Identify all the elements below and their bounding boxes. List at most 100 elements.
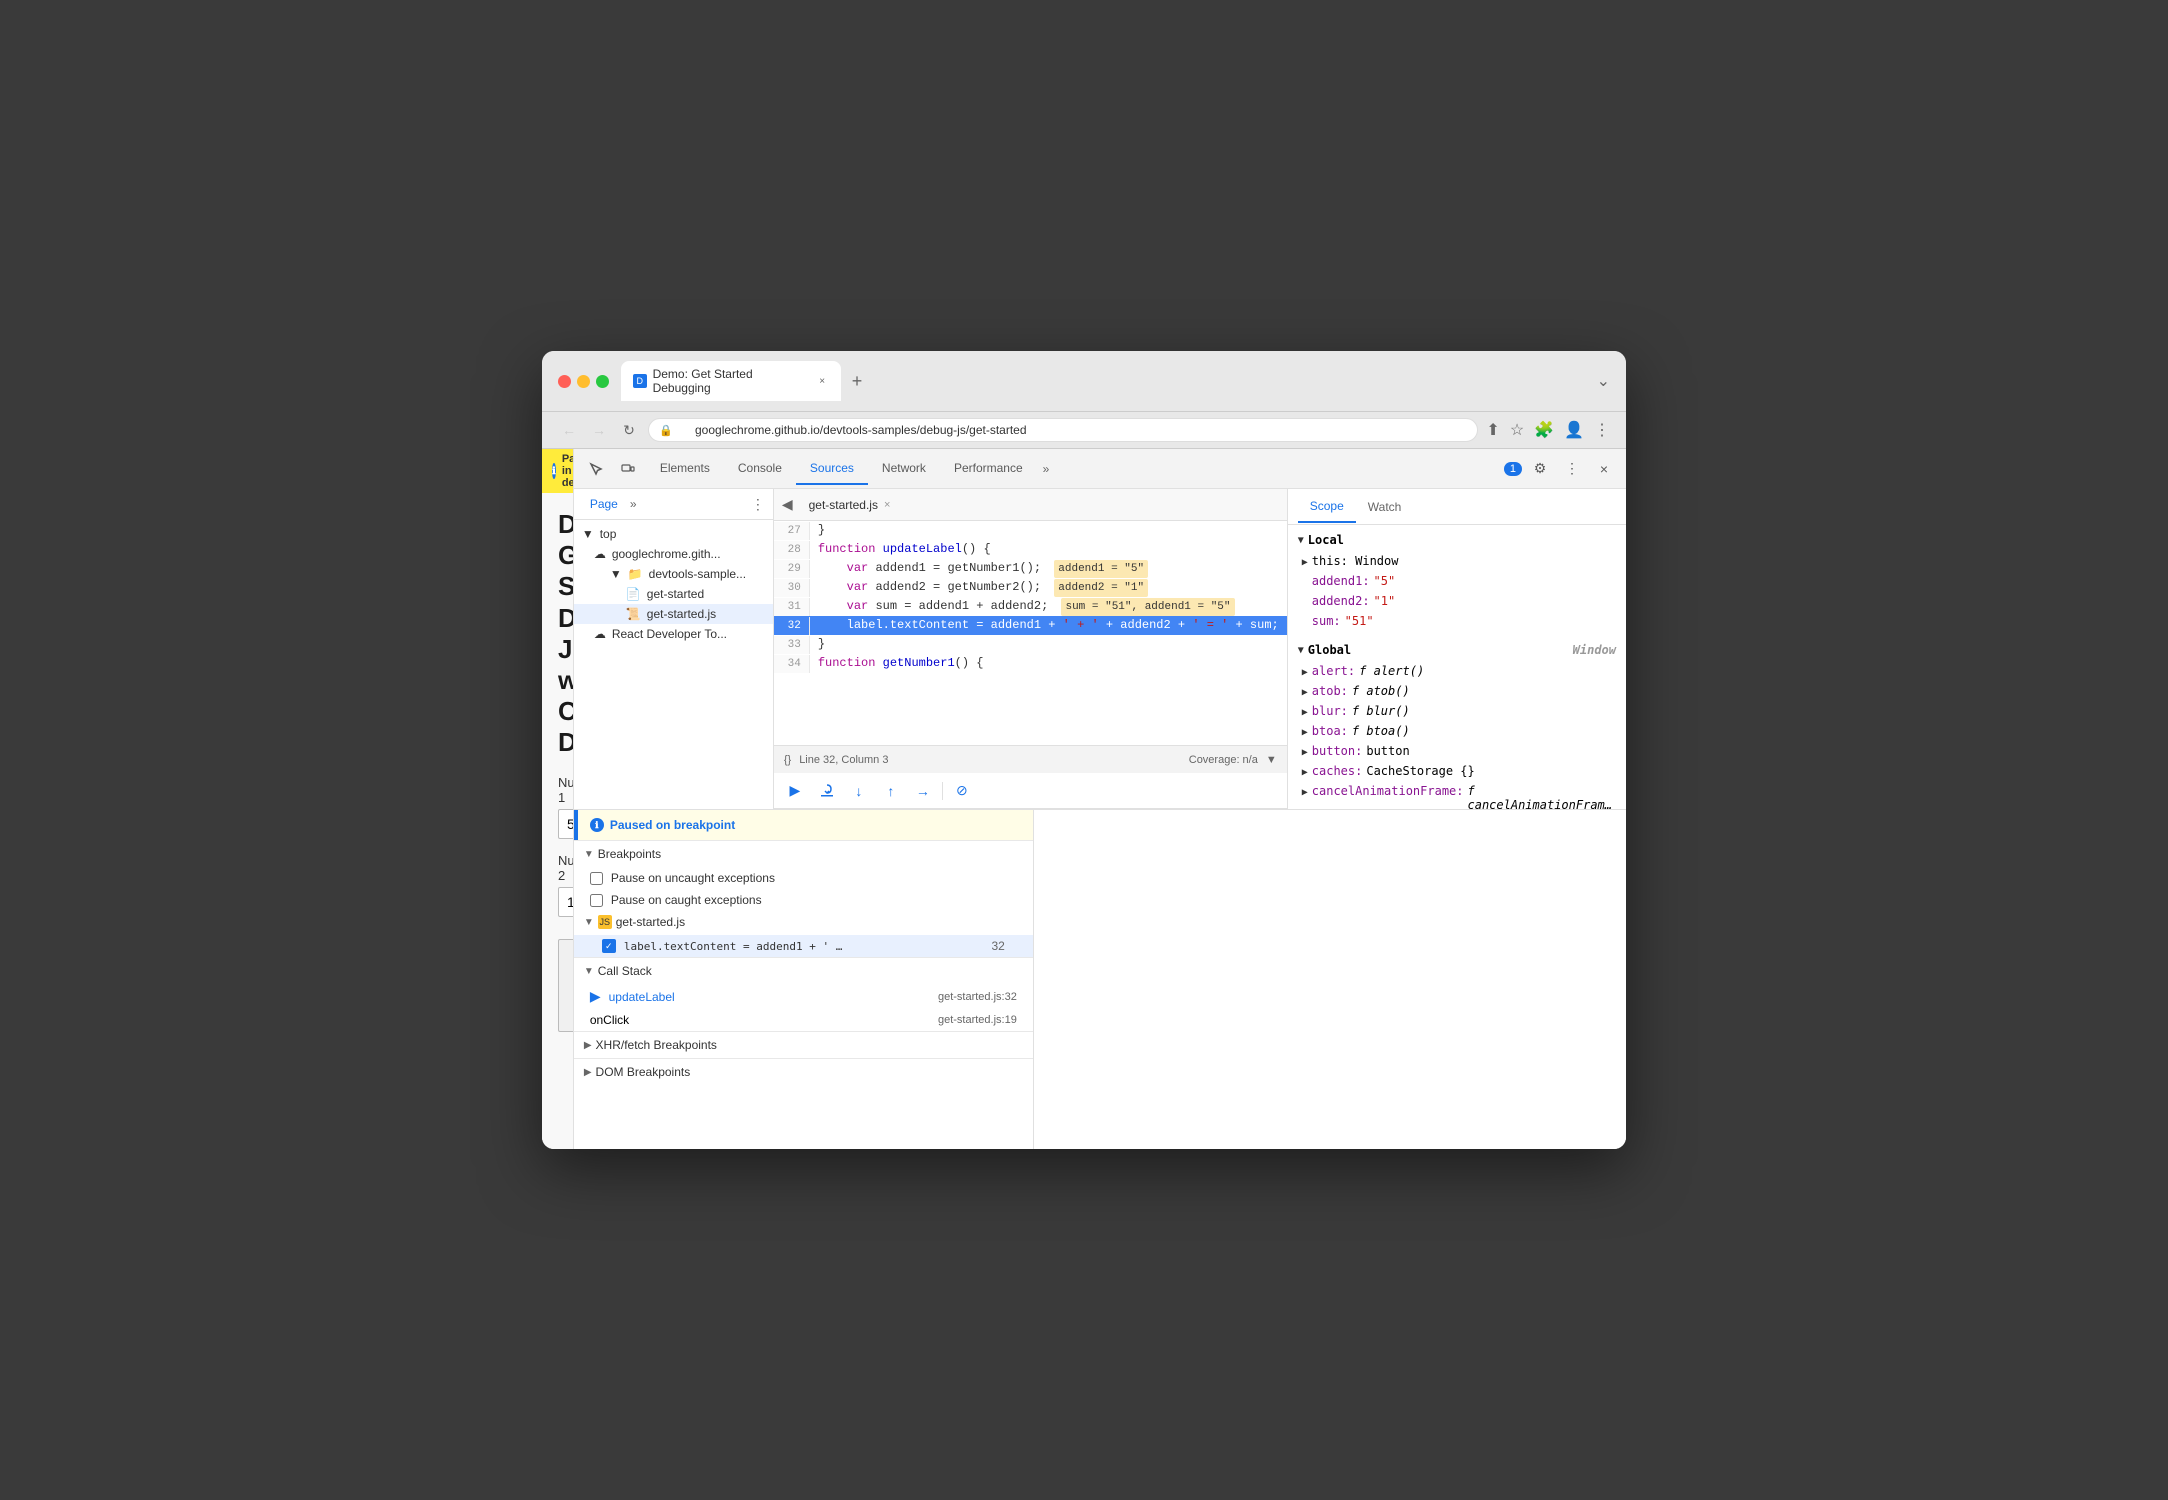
dom-breakpoints-header[interactable]: ▶ DOM Breakpoints xyxy=(574,1058,1033,1085)
number2-input[interactable] xyxy=(558,887,574,917)
bookmark-icon[interactable]: ☆ xyxy=(1510,420,1524,440)
local-scope-group: ▼ Local ▶ this: Window addend1: "5" xyxy=(1288,525,1626,635)
callstack-name: updateLabel xyxy=(609,990,930,1004)
resume-button[interactable]: ▶ xyxy=(782,778,808,804)
browser-tab[interactable]: D Demo: Get Started Debugging × xyxy=(621,361,841,401)
step-out-button[interactable]: ↑ xyxy=(878,778,904,804)
file-tree-get-started-js[interactable]: 📜 get-started.js xyxy=(574,604,773,624)
line-content: var addend2 = getNumber2(); addend2 = "1… xyxy=(810,578,1156,597)
share-icon[interactable]: ⬆ xyxy=(1486,420,1499,440)
step-over-button[interactable] xyxy=(814,778,840,804)
file-panel: Page » ⋮ ▼ top ☁ googlechrome.gith... xyxy=(574,489,774,809)
watch-tab[interactable]: Watch xyxy=(1356,492,1414,522)
close-button[interactable] xyxy=(558,375,571,388)
arrow-icon: ▶ xyxy=(1302,747,1308,758)
minimize-button[interactable] xyxy=(577,375,590,388)
caches-item[interactable]: ▶ caches: CacheStorage {} xyxy=(1288,761,1626,781)
code-editor[interactable]: 27 } 28 function updateLabel() { 29 var … xyxy=(774,521,1287,745)
select-element-icon[interactable] xyxy=(582,455,610,483)
file-tree-devtools[interactable]: ▼ 📁 devtools-sample... xyxy=(574,564,773,584)
tab-console[interactable]: Console xyxy=(724,453,796,485)
this-item[interactable]: ▶ this: Window xyxy=(1288,551,1626,571)
line-number: 30 xyxy=(774,579,810,597)
more-tabs-icon[interactable]: » xyxy=(630,497,637,511)
add-numbers-button[interactable]: Add Number 1 and Number 2 xyxy=(558,939,574,1032)
file-panel-more-icon[interactable]: ⋮ xyxy=(751,496,765,513)
forward-button[interactable]: → xyxy=(588,419,610,441)
settings-button[interactable]: ⚙ xyxy=(1526,455,1554,483)
device-toolbar-icon[interactable] xyxy=(614,455,642,483)
cancel-animation-item[interactable]: ▶ cancelAnimationFrame: f cancelAnimatio… xyxy=(1288,781,1626,809)
breakpoints-header[interactable]: ▼ Breakpoints xyxy=(574,840,1033,867)
pause-uncaught-checkbox[interactable] xyxy=(590,872,603,885)
expand-arrow: ▼ xyxy=(582,527,594,541)
code-tab-get-started-js[interactable]: get-started.js × xyxy=(799,494,901,516)
arrow-icon: ▶ xyxy=(1302,727,1308,738)
breakpoints-label: Breakpoints xyxy=(598,847,661,861)
this-value: this: Window xyxy=(1312,554,1399,568)
blur-item[interactable]: ▶ blur: f blur() xyxy=(1288,701,1626,721)
file-tree-google[interactable]: ☁ googlechrome.gith... xyxy=(574,544,773,564)
prev-tab-icon[interactable]: ◀ xyxy=(782,496,793,513)
breakpoint-checkbox[interactable]: ✓ xyxy=(602,939,616,953)
step-into-button[interactable]: ↓ xyxy=(846,778,872,804)
line-number: 27 xyxy=(774,522,810,540)
cancel-animation-val: f cancelAnimationFram… xyxy=(1468,784,1613,809)
global-scope-group: ▼ Global Window ▶ alert: f alert() ▶ xyxy=(1288,635,1626,809)
more-tabs-button[interactable]: » xyxy=(1037,454,1056,484)
more-options-button[interactable]: ⋮ xyxy=(1558,455,1586,483)
button-item[interactable]: ▶ button: button xyxy=(1288,741,1626,761)
tab-close-button[interactable]: × xyxy=(815,374,829,388)
fullscreen-button[interactable] xyxy=(596,375,609,388)
file-tree-top[interactable]: ▼ top xyxy=(574,524,773,544)
file-tree-react[interactable]: ☁ React Developer To... xyxy=(574,624,773,644)
atob-item[interactable]: ▶ atob: f atob() xyxy=(1288,681,1626,701)
global-scope-header[interactable]: ▼ Global Window xyxy=(1288,639,1626,661)
address-input[interactable]: 🔒 googlechrome.github.io/devtools-sample… xyxy=(648,418,1478,442)
callstack-file: get-started.js:32 xyxy=(938,991,1017,1003)
deactivate-breakpoints-button[interactable]: ⊘ xyxy=(949,778,975,804)
window-label: Window xyxy=(1573,643,1616,657)
page-tab[interactable]: Page xyxy=(582,493,626,515)
callstack-header[interactable]: ▼ Call Stack xyxy=(574,957,1033,984)
tabs-area: D Demo: Get Started Debugging × + xyxy=(621,361,1585,401)
tab-sources[interactable]: Sources xyxy=(796,453,868,485)
bp-file-header[interactable]: ▼ JS get-started.js xyxy=(574,911,1033,935)
tab-network[interactable]: Network xyxy=(868,453,940,485)
pause-caught-checkbox[interactable] xyxy=(590,894,603,907)
reload-button[interactable]: ↻ xyxy=(618,419,640,441)
btoa-item[interactable]: ▶ btoa: f btoa() xyxy=(1288,721,1626,741)
line-number: 31 xyxy=(774,598,810,616)
profile-icon[interactable]: 👤 xyxy=(1564,420,1584,440)
file-tree-get-started[interactable]: 📄 get-started xyxy=(574,584,773,604)
arrow-icon: ▶ xyxy=(1302,707,1308,718)
alert-item[interactable]: ▶ alert: f alert() xyxy=(1288,661,1626,681)
local-scope-header[interactable]: ▼ Local xyxy=(1288,529,1626,551)
tab-elements[interactable]: Elements xyxy=(646,453,724,485)
caches-val: CacheStorage {} xyxy=(1366,764,1474,778)
scope-tab[interactable]: Scope xyxy=(1298,491,1356,523)
more-menu-icon[interactable]: ⋮ xyxy=(1594,420,1610,440)
new-tab-button[interactable]: + xyxy=(845,369,869,393)
extensions-icon[interactable]: 🧩 xyxy=(1534,420,1554,440)
coverage-expand-icon[interactable]: ▼ xyxy=(1266,754,1277,766)
step-button[interactable]: → xyxy=(910,778,936,804)
sources-bottom: ℹ Paused on breakpoint ▼ Breakpoints Pau… xyxy=(574,809,1626,1149)
breakpoint-item[interactable]: ✓ label.textContent = addend1 + ' … 32 xyxy=(574,935,1033,957)
close-devtools-button[interactable]: × xyxy=(1590,455,1618,483)
arrow-icon: ▶ xyxy=(1302,667,1308,678)
line-number: 28 xyxy=(774,541,810,559)
xhr-breakpoints-header[interactable]: ▶ XHR/fetch Breakpoints xyxy=(574,1031,1033,1058)
debug-toolbar: ▶ ↓ ↑ → ⊘ xyxy=(774,773,1287,809)
back-button[interactable]: ← xyxy=(558,419,580,441)
number1-input[interactable] xyxy=(558,809,574,839)
brackets-icon: {} xyxy=(784,754,791,766)
callstack-item-onclick[interactable]: onClick get-started.js:19 xyxy=(574,1009,1033,1031)
debugger-right xyxy=(1034,810,1626,1149)
tab-performance[interactable]: Performance xyxy=(940,453,1037,485)
local-scope-label: Local xyxy=(1308,533,1344,547)
close-tab-button[interactable]: × xyxy=(884,499,890,511)
traffic-lights xyxy=(558,375,609,388)
blur-val: f blur() xyxy=(1352,704,1410,718)
callstack-item-updatelabel[interactable]: ▶ updateLabel get-started.js:32 xyxy=(574,984,1033,1009)
